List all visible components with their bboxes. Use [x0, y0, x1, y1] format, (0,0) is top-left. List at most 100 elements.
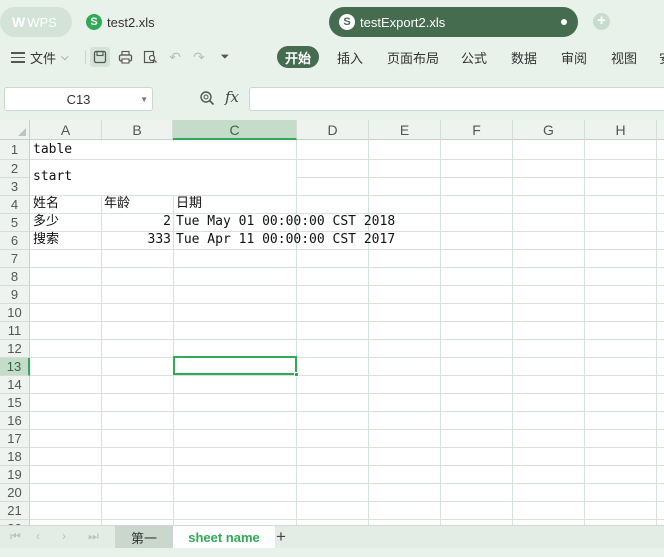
chevron-down-icon[interactable]: ▼: [140, 95, 148, 104]
gridline: [512, 140, 513, 525]
gridline: [173, 140, 174, 525]
row-header-10[interactable]: 10: [0, 304, 30, 322]
row-header-4[interactable]: 4: [0, 196, 30, 214]
prev-sheet-icon[interactable]: ‹: [36, 529, 40, 543]
file-menu-button[interactable]: 文件 ⌵: [11, 48, 69, 67]
row-header-13[interactable]: 13: [0, 358, 30, 376]
cell-a6[interactable]: 搜索: [33, 231, 59, 249]
gridline: [440, 140, 441, 525]
cell-c5[interactable]: Tue May 01 00:00:00 CST 2018: [176, 213, 395, 231]
column-header-a[interactable]: A: [30, 120, 102, 140]
name-box-value: C13: [66, 91, 91, 107]
column-header-g[interactable]: G: [513, 120, 585, 140]
column-header-d[interactable]: D: [297, 120, 369, 140]
customize-toolbar-icon[interactable]: ⏷: [215, 47, 235, 67]
sheet-tab-first[interactable]: 第一: [115, 526, 173, 548]
cell-a1[interactable]: table: [33, 141, 72, 159]
last-sheet-icon[interactable]: ⏭: [88, 529, 99, 544]
gridline: [30, 501, 664, 502]
cell-c4[interactable]: 日期: [176, 195, 202, 213]
row-header-19[interactable]: 19: [0, 466, 30, 484]
print-icon[interactable]: [115, 47, 135, 67]
row-header-1[interactable]: 1: [0, 140, 30, 160]
gridline: [30, 249, 664, 250]
fill-handle[interactable]: [294, 372, 299, 377]
cell-a4[interactable]: 姓名: [33, 195, 59, 213]
chevron-down-icon: ⌵: [61, 52, 69, 63]
gridline: [30, 411, 664, 412]
row-header-20[interactable]: 20: [0, 484, 30, 502]
row-header-11[interactable]: 11: [0, 322, 30, 340]
cell-b5[interactable]: 2: [102, 213, 171, 231]
save-icon[interactable]: [90, 47, 110, 67]
wps-logo-icon: W: [12, 14, 25, 30]
cell-a5[interactable]: 多少: [33, 213, 59, 231]
column-header-e[interactable]: E: [369, 120, 441, 140]
name-box[interactable]: C13 ▼: [4, 87, 153, 111]
ribbon-tab-review[interactable]: 审阅: [561, 46, 587, 68]
formula-input[interactable]: [249, 87, 664, 111]
ribbon-tab-data[interactable]: 数据: [511, 46, 537, 68]
next-sheet-icon[interactable]: ›: [62, 529, 66, 543]
spreadsheet-icon: S: [86, 14, 102, 30]
row-header-18[interactable]: 18: [0, 448, 30, 466]
active-cell-selection[interactable]: [173, 356, 299, 377]
ribbon-tab-page-layout[interactable]: 页面布局: [387, 46, 439, 68]
row-header-5[interactable]: 5: [0, 214, 30, 232]
spreadsheet-grid[interactable]: A B C D E F G H 1 2 3 4 5 6 7 8 9 10 11 …: [0, 120, 664, 525]
undo-icon[interactable]: ↶: [165, 47, 185, 67]
row-header-8[interactable]: 8: [0, 268, 30, 286]
select-all-corner[interactable]: [0, 120, 30, 140]
wps-home-label: WPS: [27, 14, 57, 30]
ribbon-tab-view[interactable]: 视图: [611, 46, 637, 68]
add-sheet-button[interactable]: +: [276, 526, 286, 548]
ribbon-bar: 文件 ⌵ ↶ ↷ ⏷ 开始 插入 页面布局 公式 数据 审阅 视图 安: [0, 44, 664, 70]
wps-home-tab[interactable]: W WPS: [0, 7, 72, 37]
column-header-h[interactable]: H: [585, 120, 657, 140]
gridline: [30, 339, 664, 340]
gridline: [30, 483, 664, 484]
row-header-9[interactable]: 9: [0, 286, 30, 304]
row-header-14[interactable]: 14: [0, 376, 30, 394]
ribbon-tab-formulas[interactable]: 公式: [461, 46, 487, 68]
gridline: [584, 140, 585, 525]
row-header-16[interactable]: 16: [0, 412, 30, 430]
ribbon-tab-insert[interactable]: 插入: [337, 46, 363, 68]
tab-label: testExport2.xls: [360, 14, 446, 30]
row-header-15[interactable]: 15: [0, 394, 30, 412]
gridline: [30, 519, 664, 520]
row-header-21[interactable]: 21: [0, 502, 30, 520]
cell-b6[interactable]: 333: [102, 231, 171, 249]
gridline: [30, 357, 664, 358]
unsaved-dot-icon[interactable]: [561, 19, 567, 25]
column-header-b[interactable]: B: [102, 120, 173, 140]
row-header-2[interactable]: 2: [0, 160, 30, 178]
row-header-3[interactable]: 3: [0, 178, 30, 196]
gridline: [656, 140, 657, 525]
ribbon-tab-security[interactable]: 安: [659, 46, 664, 68]
zoom-search-icon[interactable]: [199, 90, 215, 109]
insert-function-button[interactable]: fx: [225, 88, 239, 106]
column-header-c[interactable]: C: [173, 120, 297, 140]
status-bar: [0, 548, 664, 557]
row-header-17[interactable]: 17: [0, 430, 30, 448]
row-header-12[interactable]: 12: [0, 340, 30, 358]
column-header-partial[interactable]: [657, 120, 664, 140]
cell-c6[interactable]: Tue Apr 11 00:00:00 CST 2017: [176, 231, 395, 249]
formula-bar: C13 ▼ fx: [0, 70, 664, 120]
column-header-f[interactable]: F: [441, 120, 513, 140]
first-sheet-icon[interactable]: ⏮: [10, 529, 21, 544]
print-preview-icon[interactable]: [140, 47, 160, 67]
row-header-7[interactable]: 7: [0, 250, 30, 268]
gridline: [296, 140, 297, 525]
tab-test2-xls[interactable]: S test2.xls: [86, 7, 155, 37]
tab-testexport2-xls[interactable]: S testExport2.xls: [329, 7, 578, 37]
sheet-tab-sheet-name[interactable]: sheet name: [173, 526, 275, 548]
gridline: [30, 267, 664, 268]
cell-a3[interactable]: start: [33, 168, 72, 186]
redo-icon[interactable]: ↷: [189, 47, 209, 67]
cell-b4[interactable]: 年龄: [104, 195, 130, 213]
ribbon-tab-home[interactable]: 开始: [277, 46, 320, 68]
new-tab-button[interactable]: +: [593, 13, 610, 30]
row-header-6[interactable]: 6: [0, 232, 30, 250]
